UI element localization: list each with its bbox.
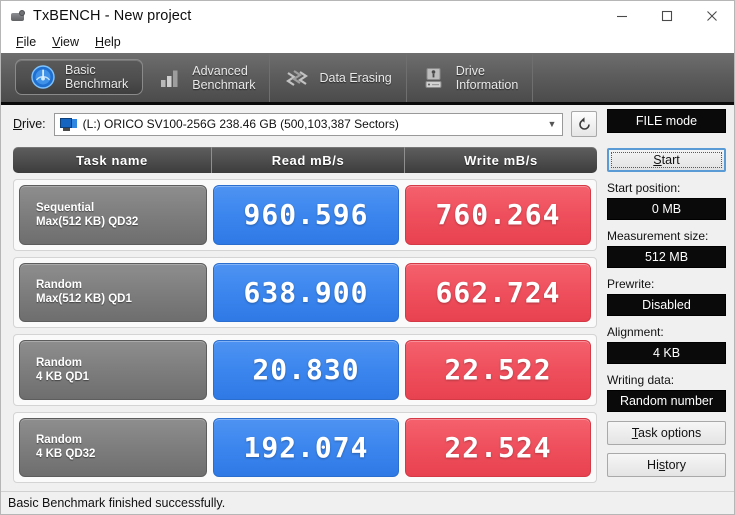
hard-drive-icon — [421, 65, 447, 91]
write-value-cell: 22.522 — [405, 340, 591, 400]
table-row[interactable]: Random 4 KB QD1 20.830 22.522 — [13, 334, 597, 406]
prewrite-label: Prewrite: — [607, 277, 655, 291]
minimize-icon — [616, 15, 627, 18]
file-mode-button[interactable]: FILE mode — [607, 109, 726, 133]
menu-view-rest: iew — [60, 35, 80, 49]
refresh-icon — [578, 116, 590, 130]
menu-help[interactable]: Help — [88, 33, 130, 51]
menu-file[interactable]: File — [9, 33, 45, 51]
start-position-value[interactable]: 0 MB — [607, 198, 726, 220]
task-name-cell: Sequential Max(512 KB) QD32 — [19, 185, 207, 245]
menu-file-mnemonic: F — [16, 35, 24, 49]
history-rest: tory — [665, 458, 686, 472]
drive-icon — [59, 117, 77, 131]
task-line-secondary: 4 KB QD1 — [36, 370, 90, 383]
app-icon — [10, 8, 26, 24]
tab-advanced-benchmark-label: Advanced Benchmark — [192, 63, 256, 92]
results-header-row: Task name Read mB/s Write mB/s — [13, 147, 597, 173]
window-title: TxBENCH - New project — [33, 8, 192, 24]
menu-bar: File View Help — [1, 31, 734, 53]
task-line-secondary: 4 KB QD32 — [36, 448, 96, 461]
task-name-cell: Random 4 KB QD1 — [19, 340, 207, 400]
start-button[interactable]: Start — [607, 148, 726, 172]
tab-basic-benchmark-label: Basic Benchmark — [65, 63, 129, 91]
start-position-label: Start position: — [607, 181, 681, 195]
drive-label: Drive: — [13, 117, 46, 131]
refresh-drives-button[interactable] — [571, 111, 597, 137]
drive-selected-value: (L:) ORICO SV100-256G 238.46 GB (500,103… — [82, 117, 399, 131]
table-row[interactable]: Sequential Max(512 KB) QD32 960.596 760.… — [13, 179, 597, 251]
txbench-window: TxBENCH - New project File View Help Bas… — [0, 0, 735, 515]
task-name-cell: Random Max(512 KB) QD1 — [19, 262, 207, 322]
menu-view[interactable]: View — [45, 33, 88, 51]
write-value-cell: 662.724 — [405, 262, 591, 322]
results-rows: Sequential Max(512 KB) QD32 960.596 760.… — [13, 179, 597, 483]
read-value-cell: 638.900 — [213, 262, 399, 322]
write-value-cell: 760.264 — [405, 185, 591, 245]
body-area: Drive: (L:) ORICO SV100-256G 238.46 GB (… — [1, 105, 734, 491]
task-line-secondary: Max(512 KB) QD32 — [36, 215, 139, 228]
column-header-write: Write mB/s — [404, 147, 597, 173]
read-value-cell: 20.830 — [213, 340, 399, 400]
read-value-cell: 960.596 — [213, 185, 399, 245]
read-value-cell: 192.074 — [213, 417, 399, 477]
measurement-size-value[interactable]: 512 MB — [607, 246, 726, 268]
prewrite-value[interactable]: Disabled — [607, 294, 726, 316]
close-button[interactable] — [689, 1, 734, 31]
tab-drive-information-label: Drive Information — [455, 63, 519, 92]
task-line-primary: Random — [36, 356, 82, 369]
task-options-rest: ask options — [638, 426, 702, 440]
start-button-mnemonic: S — [653, 153, 662, 167]
drive-select[interactable]: (L:) ORICO SV100-256G 238.46 GB (500,103… — [53, 112, 563, 136]
tab-drive-information[interactable]: Drive Information — [407, 53, 534, 102]
table-row[interactable]: Random 4 KB QD32 192.074 22.524 — [13, 411, 597, 483]
history-button[interactable]: History — [607, 453, 726, 477]
tab-strip: Basic Benchmark Advanced Benchmark Data … — [1, 53, 734, 105]
tab-basic-benchmark[interactable]: Basic Benchmark — [15, 59, 144, 95]
menu-file-rest: ile — [23, 35, 37, 49]
tab-data-erasing[interactable]: Data Erasing — [270, 53, 407, 102]
alignment-label: Alignment: — [607, 325, 664, 339]
left-pane: Drive: (L:) ORICO SV100-256G 238.46 GB (… — [1, 105, 607, 491]
menu-help-rest: elp — [104, 35, 121, 49]
settings-sidebar: FILE mode Start Start position: 0 MB Mea… — [607, 105, 734, 491]
write-value-cell: 22.524 — [405, 417, 591, 477]
chevron-down-icon: ▼ — [547, 119, 557, 129]
table-row[interactable]: Random Max(512 KB) QD1 638.900 662.724 — [13, 256, 597, 328]
shredder-icon — [284, 65, 310, 91]
close-icon — [706, 11, 717, 21]
status-message: Basic Benchmark finished successfully. — [8, 496, 226, 510]
alignment-value[interactable]: 4 KB — [607, 342, 726, 364]
drive-label-mnemonic: D — [13, 117, 23, 131]
maximize-button[interactable] — [644, 1, 689, 31]
task-name-cell: Random 4 KB QD32 — [19, 417, 207, 477]
tab-data-erasing-label: Data Erasing — [319, 70, 392, 85]
task-options-button[interactable]: Task options — [607, 421, 726, 445]
title-bar: TxBENCH - New project — [1, 1, 734, 31]
column-header-task-name: Task name — [76, 152, 148, 168]
bar-chart-icon — [157, 65, 183, 91]
gauge-icon — [30, 64, 56, 90]
menu-help-mnemonic: H — [95, 35, 105, 49]
window-controls — [599, 1, 734, 31]
maximize-icon — [661, 10, 672, 22]
results-panel: Task name Read mB/s Write mB/s Sequentia… — [13, 147, 597, 483]
minimize-button[interactable] — [599, 1, 644, 31]
task-line-secondary: Max(512 KB) QD1 — [36, 293, 132, 306]
task-line-primary: Random — [36, 279, 82, 292]
start-button-rest: tart — [661, 153, 680, 167]
task-line-primary: Sequential — [36, 201, 95, 214]
column-header-read: Read mB/s — [211, 147, 404, 173]
status-bar: Basic Benchmark finished successfully. — [1, 491, 734, 514]
writing-data-value[interactable]: Random number — [607, 390, 726, 412]
tab-advanced-benchmark[interactable]: Advanced Benchmark — [143, 53, 271, 102]
task-line-primary: Random — [36, 434, 82, 447]
measurement-size-label: Measurement size: — [607, 229, 709, 243]
drive-row: Drive: (L:) ORICO SV100-256G 238.46 GB (… — [1, 105, 603, 143]
writing-data-label: Writing data: — [607, 373, 675, 387]
history-pre: Hi — [647, 458, 659, 472]
